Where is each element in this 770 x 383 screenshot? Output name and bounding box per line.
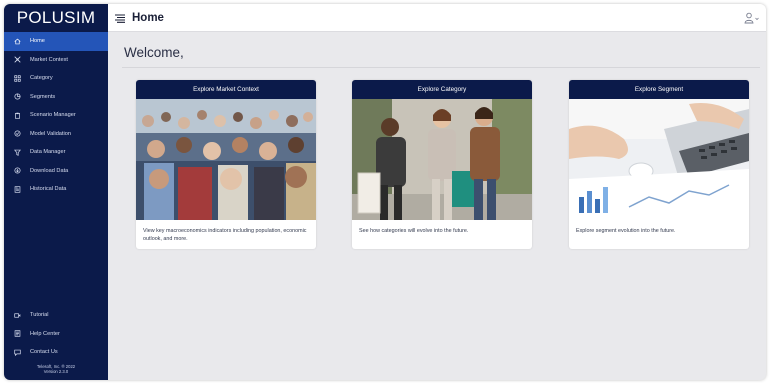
download-icon xyxy=(12,166,22,176)
historical-icon xyxy=(12,184,22,194)
card-explore-market-context[interactable]: Explore Market Context View key macroeco… xyxy=(136,80,316,249)
chat-icon xyxy=(12,347,22,357)
sidebar-item-label: Download Data xyxy=(30,167,69,174)
sidebar-item-label: Scenario Manager xyxy=(30,112,76,119)
sidebar-item-scenario-manager[interactable]: Scenario Manager xyxy=(4,106,108,125)
filter-icon xyxy=(12,147,22,157)
sidebar-item-market-context[interactable]: Market Context xyxy=(4,51,108,70)
user-menu-icon[interactable] xyxy=(744,12,760,24)
sidebar-item-label: Home xyxy=(30,38,45,45)
sidebar: POLUSIM Home Market Context Category Seg… xyxy=(4,4,108,380)
version-text: Version 2.3.0 xyxy=(43,369,69,375)
main-content: Welcome, Explore Market Context View key… xyxy=(108,32,766,380)
card-title: Explore Market Context xyxy=(136,80,316,99)
sidebar-item-label: Segments xyxy=(30,93,56,100)
app-window: POLUSIM Home Market Context Category Seg… xyxy=(4,4,766,380)
card-explore-segment[interactable]: Explore Segment Explore segment evolutio… xyxy=(569,80,749,249)
crowd-image xyxy=(136,99,316,220)
sidebar-bottom-nav: Tutorial Help Center Contact Us xyxy=(4,306,108,362)
app-logo[interactable]: POLUSIM xyxy=(4,4,108,32)
sidebar-item-download-data[interactable]: Download Data xyxy=(4,162,108,181)
divider xyxy=(122,67,760,68)
sidebar-item-tutorial[interactable]: Tutorial xyxy=(4,306,108,325)
home-icon xyxy=(12,36,22,46)
sidebar-item-label: Data Manager xyxy=(30,149,66,156)
sidebar-item-historical-data[interactable]: Historical Data xyxy=(4,180,108,199)
segments-icon xyxy=(12,92,22,102)
card-description: Explore segment evolution into the futur… xyxy=(576,228,676,234)
card-explore-category[interactable]: Explore Category See how categories will… xyxy=(352,80,532,249)
sidebar-item-label: Model Validation xyxy=(30,130,71,137)
video-icon xyxy=(12,310,22,320)
laptop-analytics-image xyxy=(569,99,749,220)
shoppers-image xyxy=(352,99,532,220)
sidebar-item-contact-us[interactable]: Contact Us xyxy=(4,343,108,362)
welcome-heading: Welcome, xyxy=(124,45,184,60)
sidebar-item-help-center[interactable]: Help Center xyxy=(4,325,108,344)
market-icon xyxy=(12,55,22,65)
top-bar: Home xyxy=(108,4,766,32)
card-title: Explore Segment xyxy=(569,80,749,99)
card-description: View key macroeconomics indicators inclu… xyxy=(143,228,307,242)
page-title: Home xyxy=(132,12,164,24)
sidebar-item-label: Historical Data xyxy=(30,186,67,193)
menu-icon[interactable] xyxy=(115,14,125,23)
validation-icon xyxy=(12,129,22,139)
sidebar-item-label: Tutorial xyxy=(30,312,49,319)
card-description: See how categories will evolve into the … xyxy=(359,228,469,234)
scenario-icon xyxy=(12,110,22,120)
sidebar-item-model-validation[interactable]: Model Validation xyxy=(4,125,108,144)
help-icon xyxy=(12,329,22,339)
sidebar-item-data-manager[interactable]: Data Manager xyxy=(4,143,108,162)
category-icon xyxy=(12,73,22,83)
sidebar-footer: Telesoft, Inc. ® 2022 Version 2.3.0 xyxy=(4,364,108,374)
sidebar-item-label: Help Center xyxy=(30,330,60,337)
sidebar-item-home[interactable]: Home xyxy=(4,32,108,51)
sidebar-item-label: Category xyxy=(30,75,53,82)
sidebar-item-label: Contact Us xyxy=(30,349,58,356)
sidebar-item-label: Market Context xyxy=(30,56,68,63)
card-title: Explore Category xyxy=(352,80,532,99)
sidebar-nav: Home Market Context Category Segments Sc… xyxy=(4,32,108,199)
sidebar-item-category[interactable]: Category xyxy=(4,69,108,88)
sidebar-item-segments[interactable]: Segments xyxy=(4,88,108,107)
